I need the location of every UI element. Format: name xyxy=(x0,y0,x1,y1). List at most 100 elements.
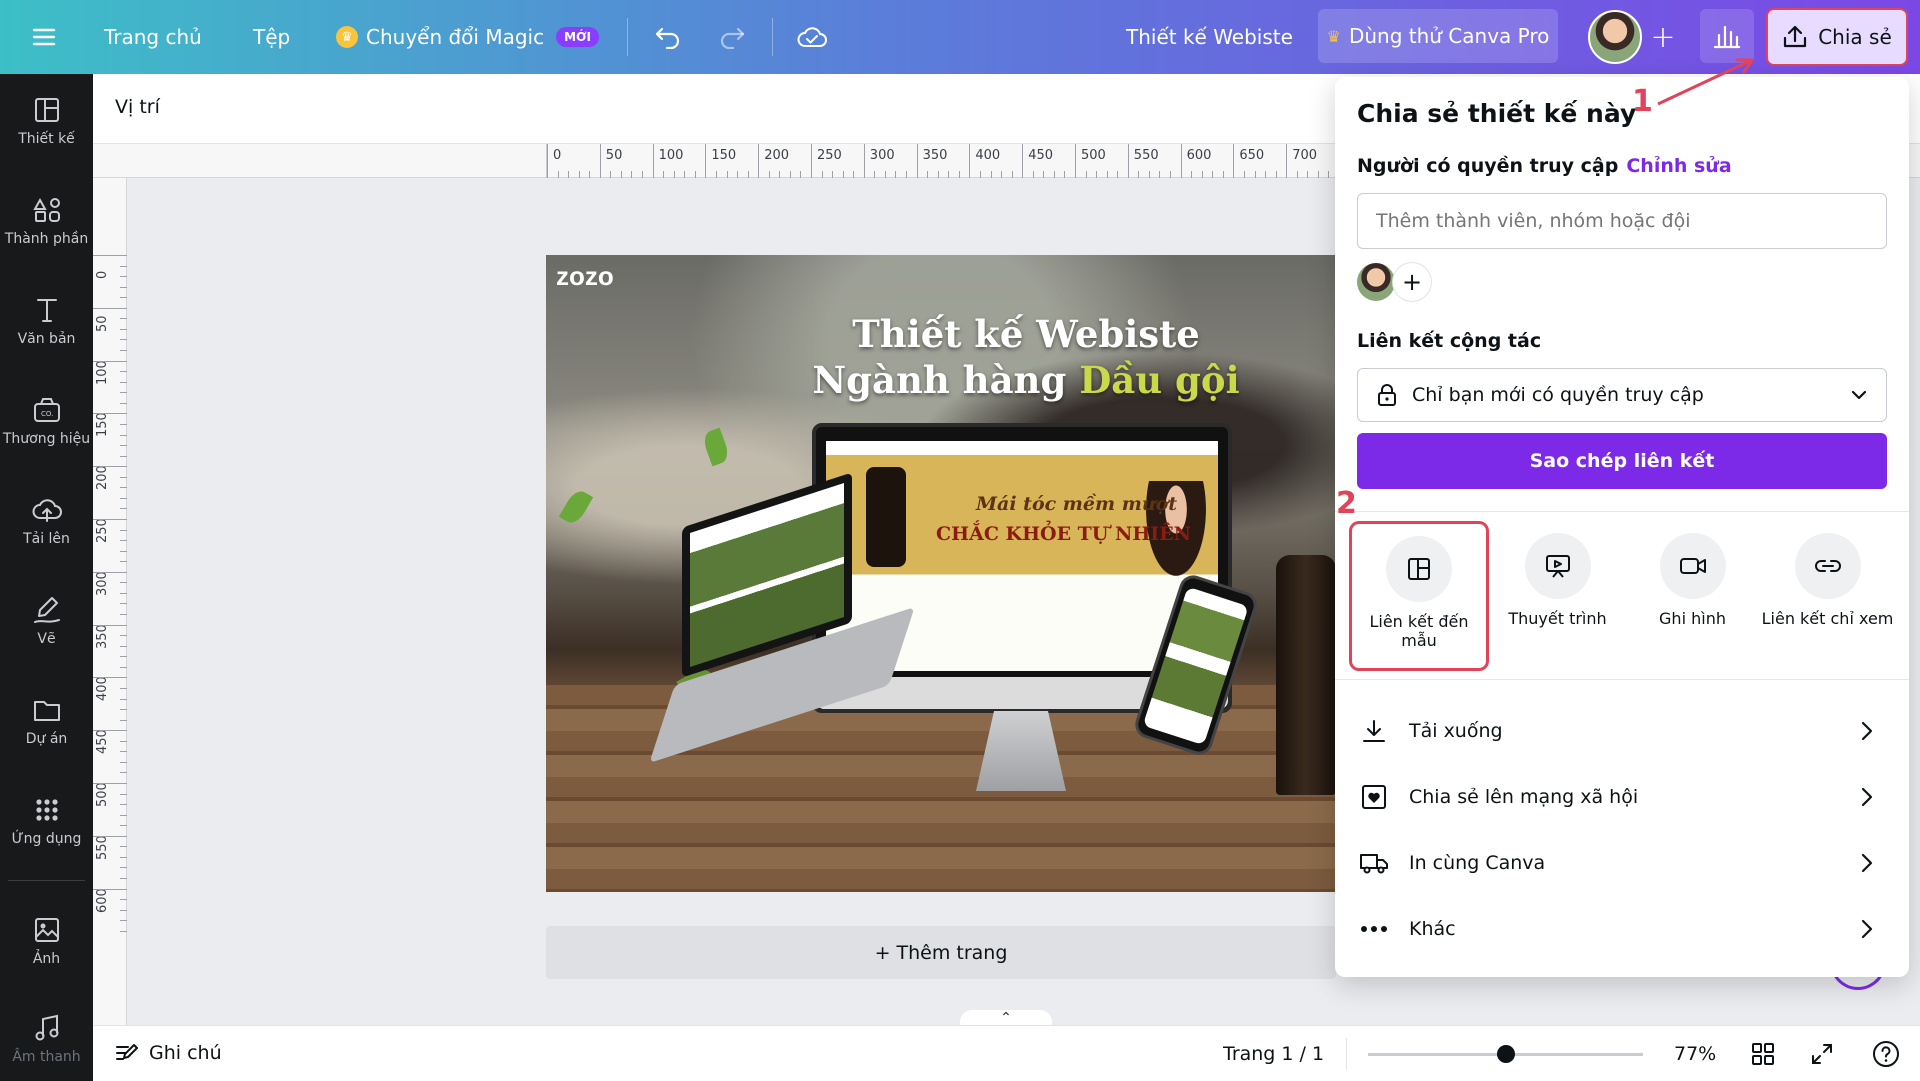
ruler-tick xyxy=(1170,171,1172,178)
design-title[interactable]: Thiết kế Webiste xyxy=(1126,0,1293,74)
hamburger-icon[interactable] xyxy=(28,0,60,74)
ruler-tick xyxy=(120,318,127,320)
print-row[interactable]: In cùng Canva xyxy=(1357,833,1887,893)
sidebar-item-draw[interactable]: Vẽ xyxy=(0,574,93,668)
sidebar-item-brand[interactable]: CO. Thương hiệu xyxy=(0,374,93,468)
ruler-tick xyxy=(715,171,717,178)
ruler-tick xyxy=(120,561,127,563)
top-bar: Trang chủ Tệp ♛ Chuyển đổi Magic MỚI Thi… xyxy=(0,0,1920,74)
collab-access-dropdown[interactable]: Chỉ bạn mới có quyền truy cập xyxy=(1357,368,1887,422)
ruler-tick xyxy=(832,171,834,178)
sidebar-item-text[interactable]: Văn bản xyxy=(0,274,93,368)
ruler-tick xyxy=(120,286,127,288)
collab-access-value: Chỉ bạn mới có quyền truy cập xyxy=(1412,384,1704,406)
sidebar-item-elements[interactable]: Thành phần xyxy=(0,174,93,268)
design-canvas[interactable]: zozo Thiết kế Webiste Ngành hàng Dầu gội… xyxy=(546,255,1336,892)
help-icon[interactable] xyxy=(1871,1039,1901,1069)
notes-label: Ghi chú xyxy=(149,1042,222,1064)
sidebar-item-apps[interactable]: Ứng dụng xyxy=(0,774,93,868)
sidebar-item-label: Ứng dụng xyxy=(11,831,82,847)
position-button[interactable]: Vị trí xyxy=(115,96,160,118)
sidebar-item-projects[interactable]: Dự án xyxy=(0,674,93,768)
sidebar-item-label: Tải lên xyxy=(23,531,70,547)
ruler-tick xyxy=(663,171,665,178)
ruler-tick xyxy=(1001,171,1003,178)
avatar[interactable] xyxy=(1357,263,1395,301)
ruler-tick xyxy=(895,171,897,178)
divider xyxy=(772,18,773,56)
ruler-tick-label: 250 xyxy=(95,518,110,543)
zoom-slider-handle[interactable] xyxy=(1496,1045,1515,1063)
ruler-tick xyxy=(120,434,127,436)
share-button[interactable]: Chia sẻ xyxy=(1766,8,1908,66)
avatar[interactable] xyxy=(1588,10,1642,64)
file-menu[interactable]: Tệp xyxy=(253,0,290,74)
row-label: Khác xyxy=(1409,918,1456,940)
ruler-tick xyxy=(93,730,127,732)
ruler-tick xyxy=(120,856,127,858)
ruler-tick xyxy=(1222,171,1224,178)
sidebar-item-photos[interactable]: Ảnh xyxy=(0,894,93,988)
ruler-tick xyxy=(120,529,127,531)
sidebar-item-uploads[interactable]: Tải lên xyxy=(0,474,93,568)
present-option[interactable]: Thuyết trình xyxy=(1490,533,1625,663)
download-row[interactable]: Tải xuống xyxy=(1357,701,1887,761)
ruler-tick-label: 600 xyxy=(1186,148,1212,163)
record-option[interactable]: Ghi hình xyxy=(1625,533,1760,663)
redo-icon[interactable] xyxy=(712,17,752,57)
ruler-tick xyxy=(120,497,127,499)
ruler-tick-label: 550 xyxy=(1133,148,1159,163)
sidebar-item-design[interactable]: Thiết kế xyxy=(0,74,93,168)
divider xyxy=(1346,1038,1347,1070)
ruler-tick xyxy=(1064,171,1066,178)
layout-icon xyxy=(34,98,59,122)
bar-chart-icon[interactable] xyxy=(1700,9,1754,63)
shapes-icon xyxy=(32,197,60,222)
ruler-tick xyxy=(842,171,844,178)
ruler-tick-label: 50 xyxy=(605,148,623,163)
ruler-tick xyxy=(874,171,876,178)
ruler-tick xyxy=(120,381,127,383)
copy-link-button[interactable]: Sao chép liên kết xyxy=(1357,433,1887,489)
lock-icon xyxy=(1378,384,1396,406)
ruler-tick xyxy=(120,297,127,299)
magic-switch-button[interactable]: ♛ Chuyển đổi Magic MỚI xyxy=(336,0,599,74)
home-link[interactable]: Trang chủ xyxy=(104,0,202,74)
cloud-check-icon[interactable] xyxy=(792,17,832,57)
ruler-tick xyxy=(120,793,127,795)
ruler-tick xyxy=(610,171,612,178)
sidebar-item-label: Thành phần xyxy=(4,231,89,247)
ruler-tick xyxy=(1085,171,1087,178)
edit-access-link[interactable]: Chỉnh sửa xyxy=(1626,155,1731,177)
template-link-option[interactable]: Liên kết đến mẫu xyxy=(1349,521,1489,671)
ruler-tick xyxy=(120,603,127,605)
canvas-heading: Thiết kế Webiste xyxy=(852,312,1200,356)
sidebar-item-label: Dự án xyxy=(25,731,68,747)
notes-button[interactable]: Ghi chú xyxy=(115,1042,222,1064)
more-row[interactable]: Khác xyxy=(1357,899,1887,959)
sidebar-item-audio[interactable]: Âm thanh xyxy=(0,992,93,1081)
ruler-tick xyxy=(927,171,929,178)
grid-view-icon[interactable] xyxy=(1748,1039,1778,1069)
ruler-tick xyxy=(93,624,127,626)
undo-icon[interactable] xyxy=(648,17,688,57)
laptop-mockup xyxy=(649,472,915,764)
zoom-value[interactable]: 77% xyxy=(1674,1043,1716,1065)
add-collaborator-icon[interactable]: + xyxy=(1646,20,1680,55)
annotation-step-1: 1 xyxy=(1632,84,1653,119)
ruler-tick xyxy=(969,144,971,178)
fullscreen-icon[interactable] xyxy=(1807,1039,1837,1069)
chevron-down-icon xyxy=(1851,390,1867,400)
add-page-button[interactable]: + Thêm trang xyxy=(546,926,1336,979)
share-button-label: Chia sẻ xyxy=(1818,25,1892,49)
invite-members-input[interactable] xyxy=(1357,193,1887,249)
page-indicator[interactable]: Trang 1 / 1 xyxy=(1223,1043,1324,1065)
sidebar-item-label: Vẽ xyxy=(37,631,56,647)
ruler-tick xyxy=(1265,171,1267,178)
view-only-link-option[interactable]: Liên kết chỉ xem xyxy=(1760,533,1895,663)
try-pro-button[interactable]: ♛ Dùng thử Canva Pro xyxy=(1318,9,1558,63)
ruler-tick xyxy=(1328,171,1330,178)
add-member-icon[interactable]: + xyxy=(1393,263,1431,301)
social-share-row[interactable]: Chia sẻ lên mạng xã hội xyxy=(1357,767,1887,827)
ruler-tick xyxy=(120,772,127,774)
